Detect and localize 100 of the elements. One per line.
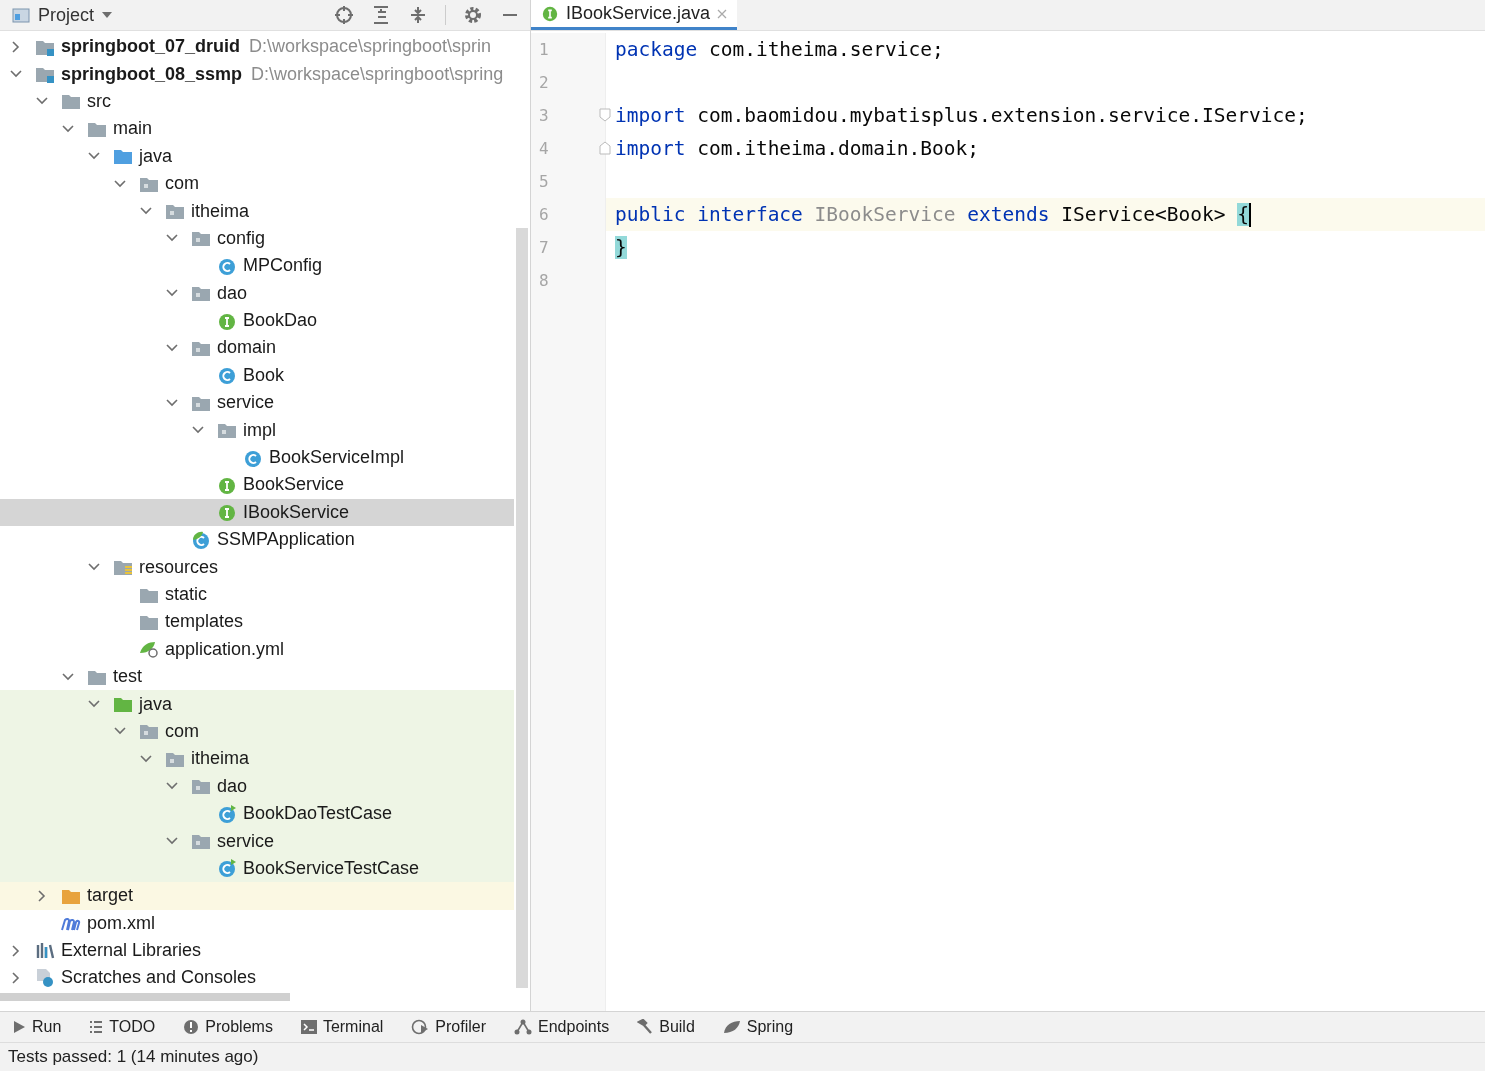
folder-icon — [191, 777, 211, 796]
code-token: interface — [696, 203, 803, 226]
folder-icon — [113, 147, 133, 166]
code-token: IBookService — [813, 203, 956, 226]
tree-item[interactable]: java — [139, 693, 173, 715]
tree-item[interactable]: MPConfig — [243, 255, 323, 277]
tree-row[interactable]: BookDaoTestCase — [0, 799, 514, 828]
libraries-icon — [35, 941, 55, 960]
tree-item[interactable]: config — [217, 227, 266, 249]
tree-item[interactable]: target — [87, 885, 134, 907]
code-token: com.itheima.service; — [707, 38, 944, 61]
tree-item[interactable]: domain — [217, 337, 277, 359]
folder-icon — [165, 202, 185, 221]
folder-icon — [191, 284, 211, 303]
line-number: 8 — [539, 271, 549, 290]
tree-item[interactable]: Scratches and Consoles — [61, 967, 257, 989]
interface-icon — [217, 502, 237, 523]
tree-row[interactable]: BookServiceTestCase — [0, 854, 514, 883]
scratch-file-icon — [36, 968, 54, 988]
folder-icon — [191, 339, 211, 357]
tree-item[interactable]: service — [217, 830, 274, 852]
profiler-icon — [411, 1019, 430, 1036]
terminal-icon — [300, 1020, 317, 1035]
play-icon — [12, 1020, 26, 1035]
folder-icon — [191, 832, 211, 850]
tree-item[interactable]: BookServiceTestCase — [243, 857, 420, 879]
tool-window-button[interactable]: Endpoints — [514, 1018, 610, 1037]
class-icon — [217, 365, 237, 386]
tree-item[interactable]: test — [113, 666, 142, 688]
tree-item[interactable]: main — [113, 118, 152, 140]
warning-icon — [183, 1019, 200, 1036]
tree-row[interactable]: dao — [0, 772, 514, 800]
horizontal-scrollbar[interactable] — [0, 992, 290, 1001]
tool-window-button[interactable]: Problems — [183, 1018, 273, 1037]
tree-row[interactable]: service — [0, 827, 514, 855]
settings-icon[interactable] — [463, 5, 483, 25]
module-folder-icon — [35, 65, 55, 84]
tool-window-button[interactable]: Terminal — [300, 1018, 384, 1037]
selected-row[interactable]: IBookService — [0, 498, 514, 527]
tree-item[interactable]: dao — [217, 775, 248, 797]
tool-window-button[interactable]: TODO — [89, 1018, 156, 1037]
brace: { — [1237, 203, 1249, 226]
tree-row[interactable]: java — [0, 690, 514, 718]
line-number: 3 — [539, 106, 549, 125]
expand-all-icon[interactable] — [371, 5, 391, 25]
tree-item[interactable]: External Libraries — [61, 940, 202, 962]
folder-icon — [113, 695, 133, 714]
tree-item[interactable]: itheima — [191, 748, 250, 770]
tool-window-button[interactable]: Build — [637, 1018, 695, 1037]
folder-icon — [61, 92, 81, 111]
tree-item[interactable]: resources — [139, 556, 219, 578]
tool-window-button[interactable]: Run — [12, 1018, 62, 1037]
tree-item[interactable]: static — [165, 584, 207, 605]
test-class-icon — [217, 858, 237, 879]
module-name[interactable]: springboot_07_druid — [61, 36, 240, 58]
tree-item[interactable]: impl — [243, 419, 276, 441]
tree-row[interactable]: itheima — [0, 745, 514, 773]
tree-item[interactable]: application.yml — [165, 638, 285, 660]
fold-marker-icon[interactable] — [599, 141, 611, 155]
tree-item[interactable]: BookServiceImpl — [269, 447, 405, 469]
tree-item[interactable]: src — [87, 90, 111, 112]
folder-icon — [113, 558, 133, 577]
spring-class-icon — [191, 529, 211, 550]
tree-row[interactable]: target — [0, 882, 514, 910]
panel-title[interactable]: Project — [38, 4, 95, 26]
module-path: D:\workspace\springboot\spring — [251, 63, 504, 85]
tree-item[interactable]: BookService — [243, 474, 345, 496]
collapse-all-icon[interactable] — [408, 5, 428, 25]
folder-icon — [191, 229, 211, 248]
tree-row[interactable]: com — [0, 717, 514, 746]
line-number: 6 — [539, 205, 549, 224]
code-token: com.itheima.domain.Book; — [696, 137, 979, 160]
fold-marker-icon[interactable] — [599, 108, 611, 122]
test-class-icon — [217, 803, 237, 824]
module-name[interactable]: springboot_08_ssmp — [61, 63, 243, 85]
tree-item[interactable]: SSMPApplication — [217, 529, 355, 551]
tool-window-button[interactable]: Spring — [722, 1018, 794, 1037]
tree-item[interactable]: pom.xml — [87, 912, 155, 934]
tree-item[interactable]: IBookService — [243, 501, 350, 523]
dropdown-caret-icon[interactable] — [102, 12, 113, 18]
tool-window-button[interactable]: Profiler — [411, 1018, 487, 1037]
tree-item[interactable]: BookDao — [243, 310, 318, 332]
vertical-scrollbar[interactable] — [516, 228, 528, 988]
locate-icon[interactable] — [334, 5, 354, 25]
tree-item[interactable]: templates — [165, 611, 244, 633]
tree-item[interactable]: com — [165, 720, 199, 742]
tree-item[interactable]: Book — [243, 364, 285, 386]
tree-item[interactable]: com — [165, 173, 199, 195]
tree-item[interactable]: service — [217, 392, 274, 414]
status-text: Tests passed: 1 (14 minutes ago) — [8, 1047, 259, 1066]
code-token: IService<Book> — [1060, 203, 1227, 226]
code-token: import — [615, 137, 686, 160]
line-number: 5 — [539, 172, 549, 191]
tree-item[interactable]: java — [139, 145, 173, 167]
folder-icon — [139, 722, 159, 741]
tree-item[interactable]: BookDaoTestCase — [243, 803, 393, 825]
tree-item[interactable]: dao — [217, 282, 248, 304]
tree-item[interactable]: itheima — [191, 200, 250, 222]
editor-tab[interactable]: IBookService.java — [531, 0, 738, 30]
folder-icon — [217, 421, 237, 440]
